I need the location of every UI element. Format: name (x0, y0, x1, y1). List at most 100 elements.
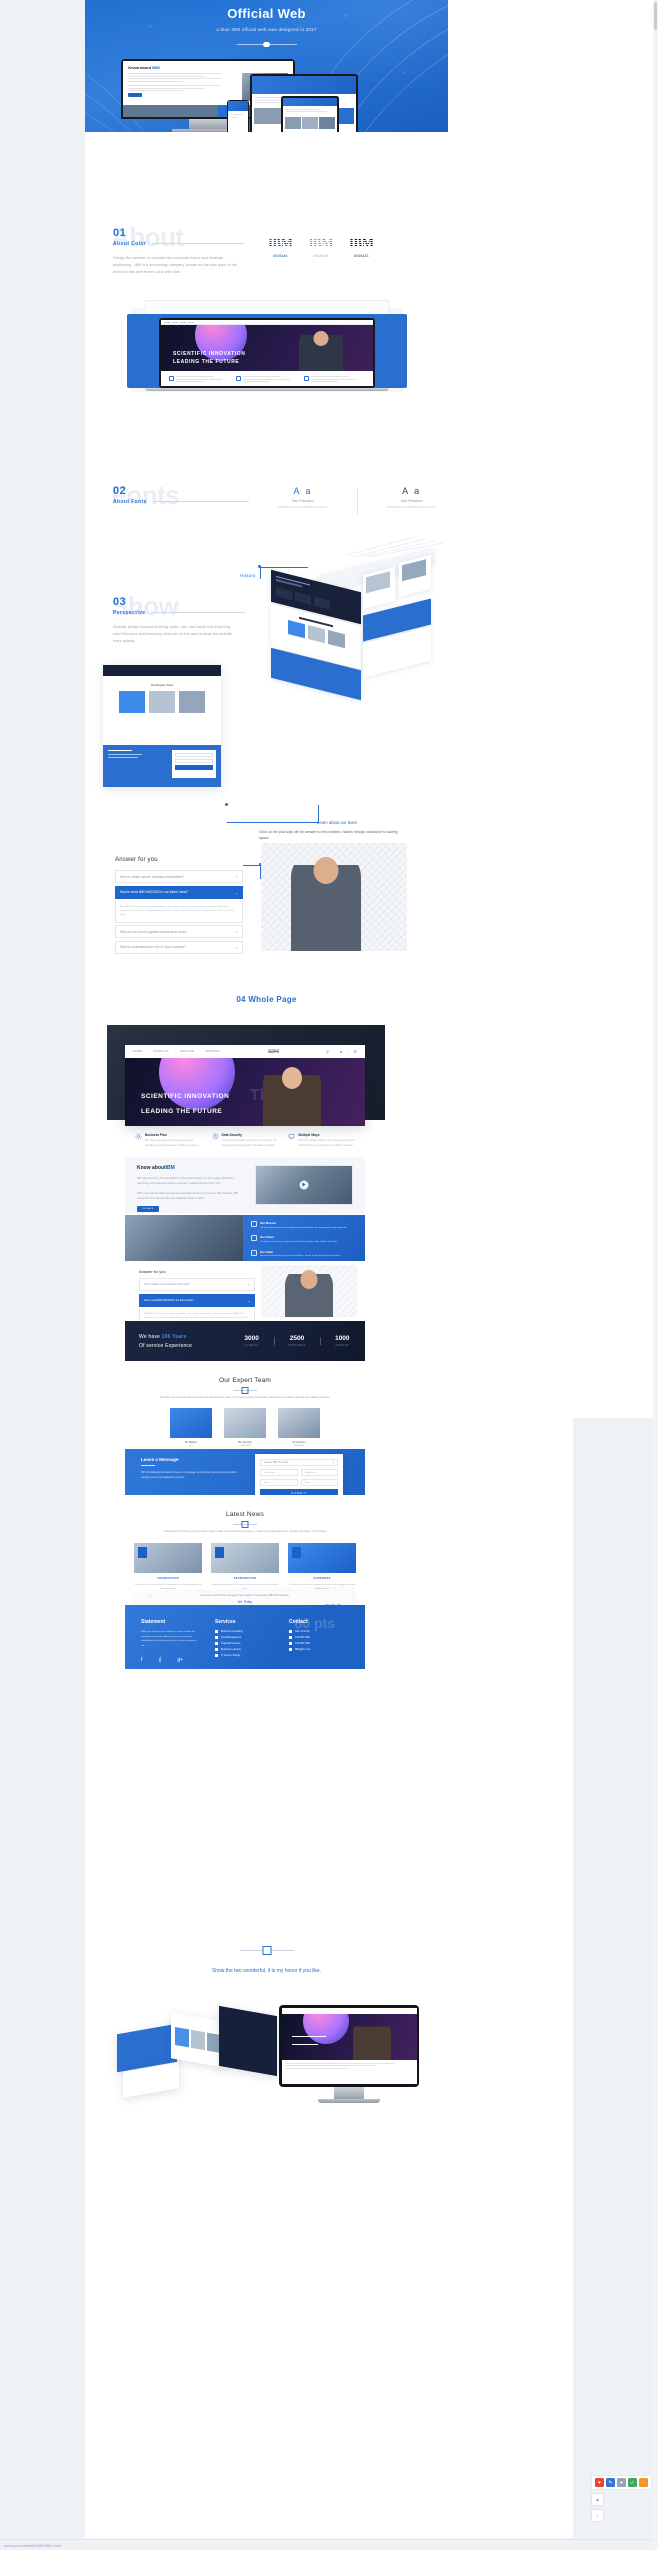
minus-icon[interactable]: – (236, 890, 238, 895)
plus-icon[interactable]: + (236, 929, 238, 934)
email-field[interactable]: E-mail (260, 1479, 298, 1486)
hero-slider[interactable] (236, 40, 297, 48)
footer-contact-item: IBM@ibm.com (289, 1648, 349, 1651)
feature-text: We have a complete set of business solut… (145, 1139, 200, 1147)
footer-services-col: Services Business Consulting Fund Manage… (215, 1619, 275, 1663)
news-card[interactable]: HAPPINESS We have a sound welfare system… (288, 1542, 356, 1592)
faq-item-active[interactable]: How to treat IBM WATSON in our future ha… (115, 885, 243, 899)
place-field[interactable]: Place (300, 1479, 338, 1486)
name-field[interactable]: Your name (260, 1469, 298, 1476)
team-member-list: Mr. Waston CEO Ms. Rometty CHAIRMAN Mr. … (125, 1407, 365, 1447)
faq-item-active[interactable]: How to treat IBM WATSON in our future ha… (139, 1293, 255, 1307)
team-member[interactable]: Ms. Rometty CHAIRMAN (224, 1407, 266, 1447)
twitter-icon[interactable]: 𝄞 (158, 1657, 161, 1663)
share-icon[interactable]: ➤ (617, 2478, 626, 2487)
team-member-role: CHAIRMAN (239, 1444, 251, 1447)
section-label: About Fonts (113, 499, 147, 505)
comment-icon[interactable]: ✎ (606, 2478, 615, 2487)
nav-item-support[interactable]: SUPPORT (205, 1050, 220, 1053)
section-about-fonts: Fonts 02 About Fonts A a San Francisco A… (85, 482, 448, 534)
menu-icon[interactable]: ☰ (353, 1049, 357, 1054)
date-badge (138, 1546, 147, 1558)
speaker-photo (263, 1062, 321, 1126)
team-select[interactable]: Choose IBM Our Team ▾ (260, 1459, 338, 1466)
mockup-laptop-screen: SCIENTIFIC INNOVATION LEADING THE FUTURE (159, 318, 375, 388)
phone-field[interactable]: Telephone (300, 1469, 338, 1476)
quote-icon: ““ (149, 1596, 153, 1602)
search-icon[interactable]: ⚲ (326, 1049, 329, 1054)
shield-icon (212, 1133, 218, 1140)
dock-action-row[interactable]: ♥ ✎ ➤ ✓ ⋯ (591, 2475, 652, 2490)
team-member[interactable]: Mr. Gerstner MANAGER (278, 1407, 320, 1447)
footer-service-item[interactable]: IT Service Testing (215, 1654, 275, 1657)
nav-item-service[interactable]: SERVICE (180, 1050, 194, 1053)
faq-question: How to understand the role of cloud comp… (120, 945, 186, 950)
perspective-flat-mockup: Our Expert Team (103, 665, 221, 787)
color-hex-code: #5c84a9 (313, 254, 328, 258)
team-member-name: Ms. Rometty (238, 1440, 252, 1444)
footer-service-item[interactable]: Business Learning (215, 1648, 275, 1651)
plus-icon[interactable]: + (236, 945, 238, 950)
faq-item[interactable]: How to understand the role of cloud comp… (115, 940, 243, 954)
dock-panel-toggle[interactable]: ▲ (591, 2493, 604, 2506)
know-about-text-col: Know aboutIBM IBM was founed by Thomas W… (137, 1165, 245, 1212)
final-imac-screen (279, 2005, 419, 2087)
play-icon[interactable] (299, 1180, 309, 1190)
know-about-video[interactable] (255, 1165, 353, 1205)
google-plus-icon[interactable]: g+ (177, 1657, 183, 1663)
faq-item[interactable]: How to obtain secure business informatio… (115, 870, 243, 883)
submit-button[interactable]: SUBMIT (260, 1489, 338, 1495)
team-member-photo (170, 1407, 212, 1438)
footer-service-item[interactable]: Financial Services (215, 1642, 275, 1645)
team-member-photo (278, 1407, 320, 1438)
chevron-down-icon[interactable]: ▾ (333, 1461, 334, 1464)
know-about-p2: With more than 20 million employees worl… (137, 1191, 239, 1201)
user-icon[interactable]: ● (340, 1049, 342, 1054)
feature-title: Multiple Ways (298, 1133, 320, 1137)
scrollbar-thumb[interactable] (654, 2, 657, 30)
faq-item[interactable]: Why do you need cognitive business at wo… (115, 925, 243, 939)
faq-card: Answer for you How to obtain secure busi… (115, 857, 243, 957)
gear-icon (169, 376, 174, 381)
nav-item-product[interactable]: PRODUCT (153, 1050, 169, 1053)
monitor-icon (303, 376, 309, 381)
latest-news-section: Latest News Understand the industry and … (125, 1503, 365, 1590)
details-button[interactable]: DETAILS (137, 1205, 159, 1212)
more-icon[interactable]: ⋯ (639, 2478, 648, 2487)
feature-item: Business Plan We have a complete set of … (135, 1133, 202, 1148)
print-icon (289, 1642, 292, 1645)
feature-item: Multiple Ways Economic global position i… (288, 1133, 355, 1148)
stat-value: 1000 (335, 1335, 350, 1342)
footer-service-item[interactable]: Business Consulting (215, 1630, 275, 1633)
hero-slider-knob[interactable] (262, 41, 270, 47)
team-member[interactable]: Mr. Waston CEO (170, 1407, 212, 1447)
section-perspective: Show 03 Perspective Modular design reduc… (85, 536, 448, 825)
nav-item-home[interactable]: HOME (133, 1050, 142, 1053)
site-nav-links: HOME | PRODUCT | SERVICE | SUPPORT (133, 1050, 221, 1053)
arrow-up-icon: ↑ (596, 2512, 599, 2519)
save-icon[interactable]: ✓ (628, 2478, 637, 2487)
faq-question: Why do you need cognitive business at wo… (120, 929, 187, 934)
faq-item[interactable]: How to obtain secure business informatio… (139, 1278, 255, 1291)
facebook-icon[interactable]: f (141, 1657, 142, 1663)
section-about-color: About 01 About Color Design the website … (85, 224, 448, 294)
testimonial-text: Success is behind the courage of the wis… (200, 1594, 290, 1597)
location-icon (289, 1630, 292, 1633)
news-card[interactable]: PASSIONATION Every day full of passion, … (211, 1542, 279, 1592)
mission-text: Honest and trustworthy, pursuit of excel… (260, 1255, 341, 1258)
hero-banner: Official Web a blue IBM official web was… (85, 0, 448, 132)
dock-scroll-top[interactable]: ↑ (591, 2509, 604, 2522)
expert-team-section: Our Expert Team We have the best scienti… (125, 1369, 365, 1456)
footer-contact-item: 123-456-7890 (289, 1636, 349, 1639)
ibm-logo-icon[interactable]: IBM (267, 1048, 279, 1055)
appreciate-icon[interactable]: ♥ (595, 2478, 604, 2487)
color-swatch: IBM #0453a6 (268, 236, 293, 258)
left-rail (0, 0, 85, 2550)
page-scrollbar[interactable] (653, 0, 658, 2550)
footer-service-item[interactable]: Fund Management (215, 1636, 275, 1639)
plus-icon[interactable]: + (236, 874, 238, 879)
final-imac-stand (334, 2087, 364, 2099)
mini-details-button[interactable] (128, 93, 143, 98)
news-card[interactable]: COOPERATION This week we held a meeting,… (134, 1542, 202, 1592)
message-text: Fill in the following information to lea… (141, 1471, 237, 1479)
